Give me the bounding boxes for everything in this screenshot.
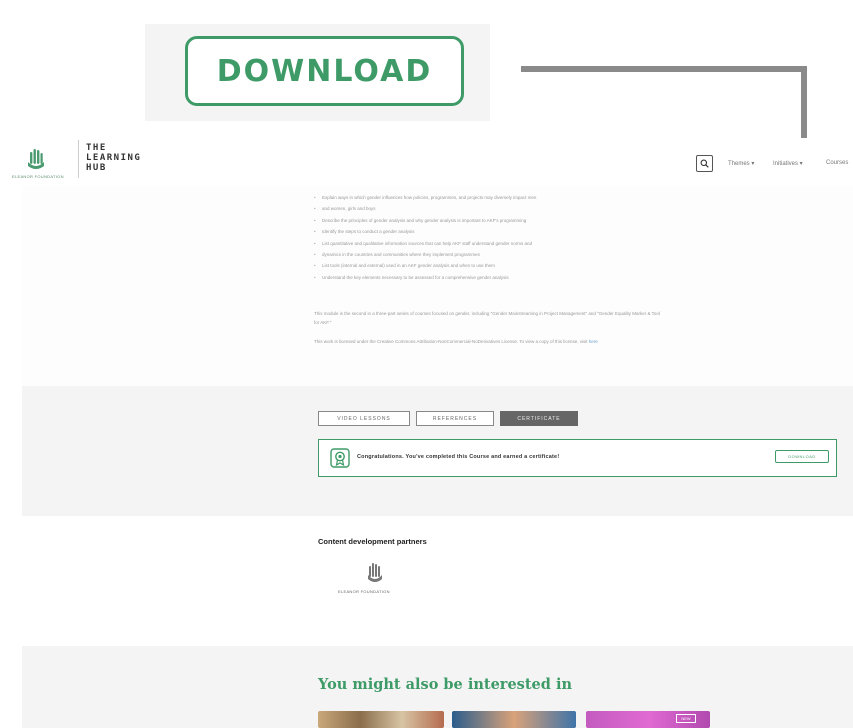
search-button[interactable] [696, 155, 713, 172]
list-item: List tools (internal and external) used … [314, 260, 674, 272]
partner-name: ELEANOR FOUNDATION [338, 589, 390, 594]
site-logo-text[interactable]: THE LEARNING HUB [86, 143, 141, 173]
award-ribbon-icon [330, 448, 350, 468]
nav-initiatives[interactable]: Initiatives ▾ [773, 160, 803, 167]
license-paragraph: This work is licensed under the Creative… [314, 337, 664, 346]
list-item: Understand the key elements necessary to… [314, 272, 674, 284]
license-link[interactable]: here [589, 339, 598, 344]
tab-certificate[interactable]: CERTIFICATE [500, 411, 578, 426]
partners-heading: Content development partners [318, 537, 427, 546]
list-item: List quantitative and qualitative inform… [314, 238, 674, 250]
series-paragraph: This module is the second in a three-par… [314, 311, 660, 325]
related-courses-heading: You might also be interested in [318, 676, 572, 693]
tab-video-lessons[interactable]: VIDEO LESSONS [318, 411, 410, 426]
download-button-zoomed[interactable]: DOWNLOAD [185, 36, 464, 106]
download-certificate-button[interactable]: DOWNLOAD [775, 450, 829, 463]
list-item: Identify the steps to conduct a gender a… [314, 226, 674, 238]
nav-themes[interactable]: Themes ▾ [728, 160, 754, 167]
learning-objectives-list: Explain ways in which gender influences … [314, 192, 674, 284]
list-item: and women, girls and boys [314, 203, 674, 215]
callout-connector-line [521, 66, 807, 72]
nav-courses[interactable]: Courses [826, 160, 848, 166]
list-item: Describe the principles of gender analys… [314, 215, 674, 227]
new-badge: NEW [676, 714, 696, 723]
partners-section [22, 516, 853, 646]
partner-hand-logo-icon[interactable] [366, 562, 384, 584]
hand-logo-icon[interactable] [24, 148, 48, 170]
list-item: dynamics in the countries and communitie… [314, 249, 674, 261]
tab-references[interactable]: REFERENCES [416, 411, 494, 426]
related-course-card-2[interactable] [452, 711, 576, 728]
related-course-card-1[interactable] [318, 711, 444, 728]
search-icon [700, 159, 709, 168]
list-item: Explain ways in which gender influences … [314, 192, 674, 204]
license-text: This work is licensed under the Creative… [314, 339, 588, 344]
logo-divider [78, 140, 79, 178]
certificate-message: Congratulations. You've completed this C… [357, 454, 560, 460]
logo-org-name: ELEANOR FOUNDATION [12, 174, 64, 179]
